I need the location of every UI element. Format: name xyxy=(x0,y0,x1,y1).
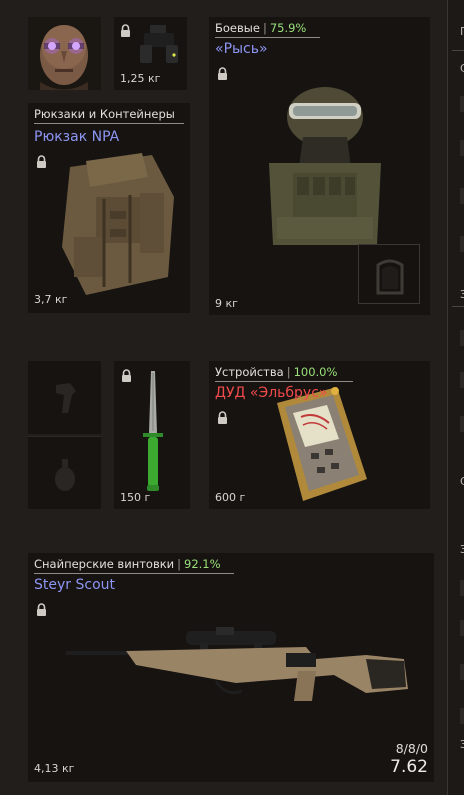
rifle-caliber: 7.62 xyxy=(390,757,428,777)
armor-plate-subslot[interactable] xyxy=(358,244,420,304)
knife-weight: 150 г xyxy=(120,491,151,504)
backpack-category: Рюкзаки и Контейнеры xyxy=(34,107,175,121)
device-weight: 600 г xyxy=(215,491,246,504)
right-panel-letter: З xyxy=(460,738,464,751)
rifle-condition: 92.1% xyxy=(184,557,221,571)
quick-slot-1[interactable] xyxy=(28,361,101,434)
armor-name[interactable]: «Рысь» xyxy=(215,41,268,58)
knife-icon xyxy=(143,371,163,491)
character-portrait-slot[interactable] xyxy=(28,17,101,90)
armor-condition: 75.9% xyxy=(269,21,307,35)
lock-icon xyxy=(37,603,46,616)
rifle-weight: 4,13 кг xyxy=(34,762,75,775)
right-panel-letter: З xyxy=(460,288,464,301)
sniper-rifle-icon xyxy=(66,627,408,701)
rifle-name[interactable]: Steyr Scout xyxy=(34,577,115,594)
backpack-weight: 3,7 кг xyxy=(34,293,68,306)
armor-category: Боевые xyxy=(215,21,260,35)
lock-icon xyxy=(121,24,130,37)
rifle-ammo-count: 8/8/0 xyxy=(395,741,428,756)
rifle-header: Снайперские винтовки | 92.1% xyxy=(34,557,428,574)
device-slot[interactable]: Устройства | 100.0% ДУД «Эльбрус» 600 г xyxy=(209,361,430,509)
bald-man-portrait-icon xyxy=(28,17,101,90)
device-condition: 100.0% xyxy=(293,365,338,379)
device-name[interactable]: ДУД «Эльбрус» xyxy=(215,385,327,402)
quick-slot-2[interactable] xyxy=(28,436,101,509)
backpack-header: Рюкзаки и Контейнеры xyxy=(34,107,184,124)
right-panel-letter: Г xyxy=(460,25,464,38)
armor-weight: 9 кг xyxy=(215,297,238,310)
right-panel-letter: С xyxy=(460,475,464,488)
rifle-category: Снайперские винтовки xyxy=(34,557,175,571)
nvd-slot[interactable]: 1,25 кг xyxy=(114,17,187,90)
device-category: Устройства xyxy=(215,365,284,379)
armor-plate-icon xyxy=(376,259,404,295)
lock-icon xyxy=(218,411,227,424)
backpack-slot[interactable]: Рюкзаки и Контейнеры Рюкзак NPA 3,7 кг xyxy=(28,103,190,313)
rifle-slot[interactable]: Снайперские винтовки | 92.1% Steyr Scout 4… xyxy=(28,553,434,782)
right-panel-letter: С xyxy=(460,62,464,75)
nvd-weight: 1,25 кг xyxy=(120,72,161,85)
grenade-placeholder-icon xyxy=(55,459,75,491)
magazine-placeholder-icon xyxy=(56,383,76,413)
armor-suit-icon xyxy=(269,87,381,245)
lock-icon xyxy=(122,369,131,382)
right-side-panel: Г С З С З З xyxy=(447,0,464,795)
right-panel-letter: З xyxy=(460,543,464,556)
night-vision-device-icon xyxy=(140,25,178,63)
armor-slot[interactable]: Боевые | 75.9% «Рысь» 9 кг xyxy=(209,17,430,315)
knife-slot[interactable]: 150 г xyxy=(114,361,190,509)
lock-icon xyxy=(37,155,46,168)
device-header: Устройства | 100.0% xyxy=(215,365,424,382)
lock-icon xyxy=(218,67,227,80)
backpack-icon xyxy=(62,153,174,295)
armor-header: Боевые | 75.9% xyxy=(215,21,424,38)
